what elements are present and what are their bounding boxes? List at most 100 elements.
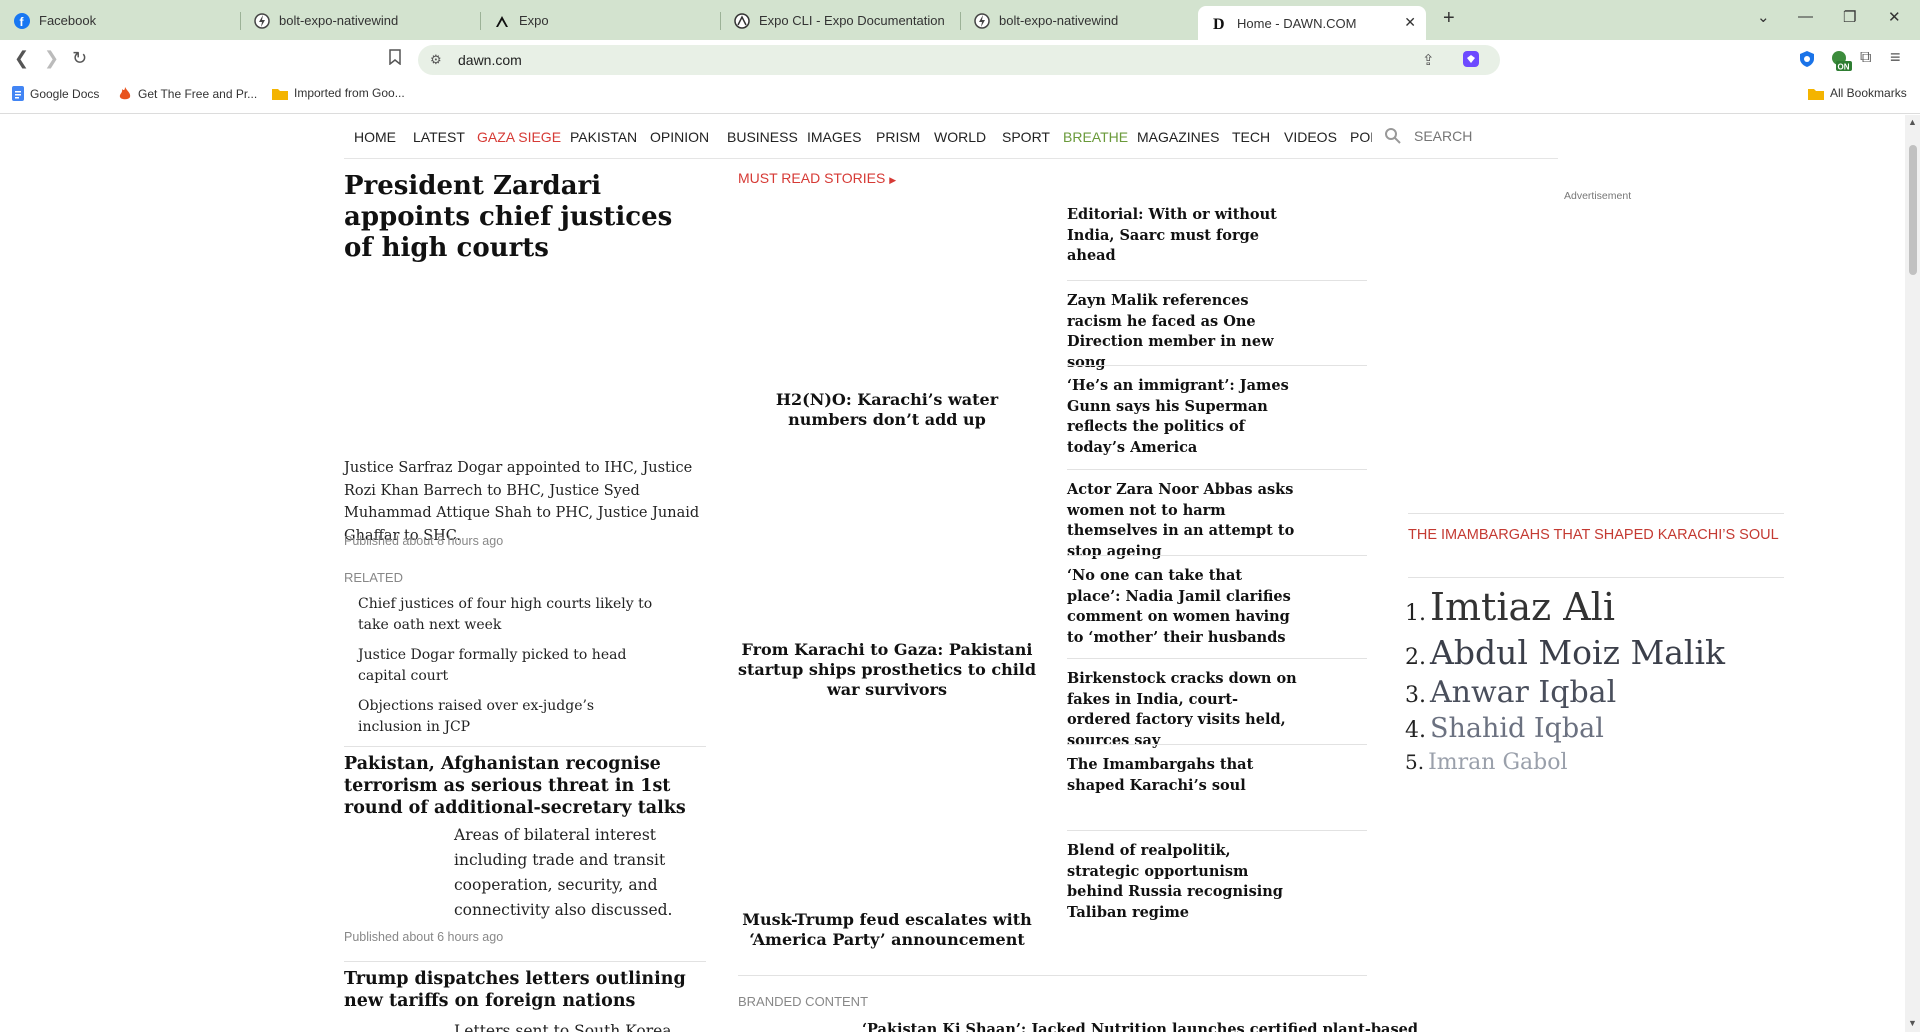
ranked-author[interactable]: 5. Imran Gabol bbox=[1405, 750, 1568, 775]
folder-icon bbox=[272, 87, 288, 100]
extensions-puzzle-icon[interactable]: ⧉ bbox=[1860, 49, 1871, 67]
story-excerpt: Areas of bilateral interest including tr… bbox=[454, 826, 673, 919]
story-title[interactable]: Pakistan, Afghanistan recognise terroris… bbox=[344, 753, 709, 819]
all-bookmarks-label: All Bookmarks bbox=[1830, 86, 1907, 100]
restore-button[interactable]: ❐ bbox=[1843, 8, 1856, 26]
fire-icon bbox=[118, 86, 132, 101]
lead-story-title[interactable]: President Zardari appoints chief justice… bbox=[344, 171, 704, 264]
tab-bolt-expo-nativewind-2[interactable]: bolt-expo-nativewind bbox=[960, 6, 1200, 35]
ranked-author[interactable]: 1. Imtiaz Ali bbox=[1405, 585, 1615, 629]
must-read-story[interactable]: Editorial: With or without India, Saarc … bbox=[1067, 205, 1297, 267]
bookmark-page-icon[interactable] bbox=[388, 49, 402, 70]
nav-opinion[interactable]: OPINION bbox=[650, 129, 709, 145]
back-icon[interactable]: ❮ bbox=[14, 48, 29, 69]
nav-images[interactable]: IMAGES bbox=[807, 129, 861, 145]
related-link[interactable]: Chief justices of four high courts likel… bbox=[358, 594, 658, 636]
nav-gaza-siege[interactable]: GAZA SIEGE bbox=[477, 129, 561, 145]
nav-clipped-item[interactable]: POP bbox=[1350, 125, 1372, 149]
proton-extension-icon[interactable] bbox=[1462, 50, 1480, 72]
must-read-story[interactable]: The Imambargahs that shaped Karachi’s so… bbox=[1067, 755, 1297, 796]
menu-icon[interactable]: ≡ bbox=[1890, 47, 1901, 68]
must-read-center-story[interactable]: From Karachi to Gaza: Pakistani startup … bbox=[737, 640, 1037, 700]
tab-bolt-expo-nativewind[interactable]: bolt-expo-nativewind bbox=[240, 6, 480, 35]
bolt-icon bbox=[254, 12, 270, 29]
divider bbox=[1067, 744, 1367, 745]
author-name: Imran Gabol bbox=[1428, 750, 1568, 775]
forward-icon[interactable]: ❯ bbox=[44, 48, 59, 69]
search-input[interactable] bbox=[1414, 128, 1554, 144]
nav-tech[interactable]: TECH bbox=[1232, 129, 1270, 145]
must-read-center-story[interactable]: Musk-Trump feud escalates with ‘America … bbox=[737, 910, 1037, 950]
must-read-story[interactable]: ‘No one can take that place’: Nadia Jami… bbox=[1067, 566, 1297, 648]
site-info-icon[interactable]: ⚙ bbox=[430, 52, 442, 68]
divider bbox=[1067, 469, 1367, 470]
nav-prism[interactable]: PRISM bbox=[876, 129, 920, 145]
must-read-center-story[interactable]: H2(N)O: Karachi’s water numbers don’t ad… bbox=[737, 390, 1037, 430]
url-text[interactable]: dawn.com bbox=[458, 52, 522, 68]
bookmark-imported-folder[interactable]: Imported from Goo... bbox=[272, 86, 405, 100]
divider bbox=[738, 975, 1367, 976]
related-link[interactable]: Objections raised over ex-judge’s inclus… bbox=[358, 696, 658, 738]
bookmark-google-docs[interactable]: Google Docs bbox=[12, 86, 99, 101]
tab-title: Expo CLI - Expo Documentation bbox=[759, 13, 945, 28]
share-icon[interactable]: ⇪ bbox=[1422, 51, 1435, 69]
must-read-story[interactable]: Blend of realpolitik, strategic opportun… bbox=[1067, 841, 1297, 923]
scroll-down-icon[interactable]: ▼ bbox=[1908, 1018, 1917, 1028]
close-tab-icon[interactable]: ✕ bbox=[1404, 14, 1416, 31]
story-excerpt: Letters sent to South Korea bbox=[454, 1022, 672, 1032]
ranked-author[interactable]: 3. Anwar Iqbal bbox=[1405, 675, 1616, 710]
bookmark-label: Get The Free and Pr... bbox=[138, 86, 258, 101]
must-read-story[interactable]: Actor Zara Noor Abbas asks women not to … bbox=[1067, 480, 1297, 562]
minimize-button[interactable]: — bbox=[1798, 8, 1813, 25]
nav-business[interactable]: BUSINESS bbox=[727, 129, 798, 145]
bookmark-get-free[interactable]: Get The Free and Pr... bbox=[118, 86, 257, 101]
nav-breathe[interactable]: BREATHE bbox=[1063, 129, 1128, 145]
divider bbox=[1067, 658, 1367, 659]
nav-world[interactable]: WORLD bbox=[934, 129, 986, 145]
must-read-story[interactable]: ‘He’s an immigrant’: James Gunn says his… bbox=[1067, 376, 1297, 458]
must-read-story[interactable]: Birkenstock cracks down on fakes in Indi… bbox=[1067, 669, 1297, 751]
author-name: Abdul Moiz Malik bbox=[1430, 633, 1726, 672]
sidebar-feature-title[interactable]: THE IMAMBARGAHS THAT SHAPED KARACHI’S SO… bbox=[1408, 527, 1779, 543]
related-link[interactable]: Justice Dogar formally picked to head ca… bbox=[358, 645, 658, 687]
on-extension-icon[interactable]: ON bbox=[1830, 50, 1852, 77]
nav-pop[interactable]: POP bbox=[1350, 129, 1372, 145]
bookmark-label: Google Docs bbox=[30, 86, 100, 101]
search-icon[interactable] bbox=[1384, 127, 1402, 150]
story-title[interactable]: Trump dispatches letters outlining new t… bbox=[344, 968, 709, 1012]
divider bbox=[1408, 513, 1784, 514]
new-tab-button[interactable]: + bbox=[1443, 7, 1455, 30]
nav-home[interactable]: HOME bbox=[354, 129, 396, 145]
tab-search-chevron-icon[interactable]: ⌄ bbox=[1757, 8, 1770, 26]
lead-published-time: Published about 8 hours ago bbox=[344, 534, 504, 548]
author-name: Anwar Iqbal bbox=[1430, 675, 1617, 710]
scroll-up-icon[interactable]: ▲ bbox=[1908, 117, 1917, 127]
nav-pakistan[interactable]: PAKISTAN bbox=[570, 129, 637, 145]
ranked-author[interactable]: 4. Shahid Iqbal bbox=[1405, 713, 1604, 744]
branded-story-title[interactable]: ‘Pakistan Ki Shaan’: Jacked Nutrition la… bbox=[862, 1021, 1418, 1032]
ranked-author[interactable]: 2. Abdul Moiz Malik bbox=[1405, 633, 1725, 672]
tab-expo-docs[interactable]: Expo CLI - Expo Documentation bbox=[720, 6, 960, 35]
shield-extension-icon[interactable] bbox=[1799, 50, 1815, 73]
close-window-button[interactable]: ✕ bbox=[1888, 8, 1901, 26]
address-bar[interactable]: ⚙ dawn.com ⇪ bbox=[418, 45, 1500, 75]
scrollbar-thumb[interactable] bbox=[1909, 145, 1917, 275]
must-read-heading[interactable]: MUST READ STORIES ▶ bbox=[738, 170, 896, 186]
main-navigation: HOME LATEST GAZA SIEGE PAKISTAN OPINION … bbox=[344, 115, 1558, 159]
nav-latest[interactable]: LATEST bbox=[413, 129, 465, 145]
page-scrollbar[interactable]: ▲ ▼ bbox=[1905, 115, 1920, 1032]
tab-dawn-home[interactable]: D Home - DAWN.COM ✕ bbox=[1198, 6, 1426, 40]
dawn-page: HOME LATEST GAZA SIEGE PAKISTAN OPINION … bbox=[0, 115, 1905, 1032]
must-read-story[interactable]: Zayn Malik references racism he faced as… bbox=[1067, 291, 1297, 373]
tab-title: Facebook bbox=[39, 13, 97, 28]
rank-number: 1. bbox=[1405, 601, 1426, 626]
nav-videos[interactable]: VIDEOS bbox=[1284, 129, 1337, 145]
nav-sport[interactable]: SPORT bbox=[1002, 129, 1050, 145]
all-bookmarks-folder[interactable]: All Bookmarks bbox=[1808, 86, 1907, 100]
tab-facebook[interactable]: f Facebook bbox=[0, 6, 240, 35]
reload-icon[interactable]: ↻ bbox=[72, 48, 87, 69]
nav-magazines[interactable]: MAGAZINES bbox=[1137, 129, 1219, 145]
divider bbox=[344, 746, 706, 747]
tab-title: Home - DAWN.COM bbox=[1237, 15, 1357, 31]
tab-expo[interactable]: Expo bbox=[480, 6, 720, 35]
